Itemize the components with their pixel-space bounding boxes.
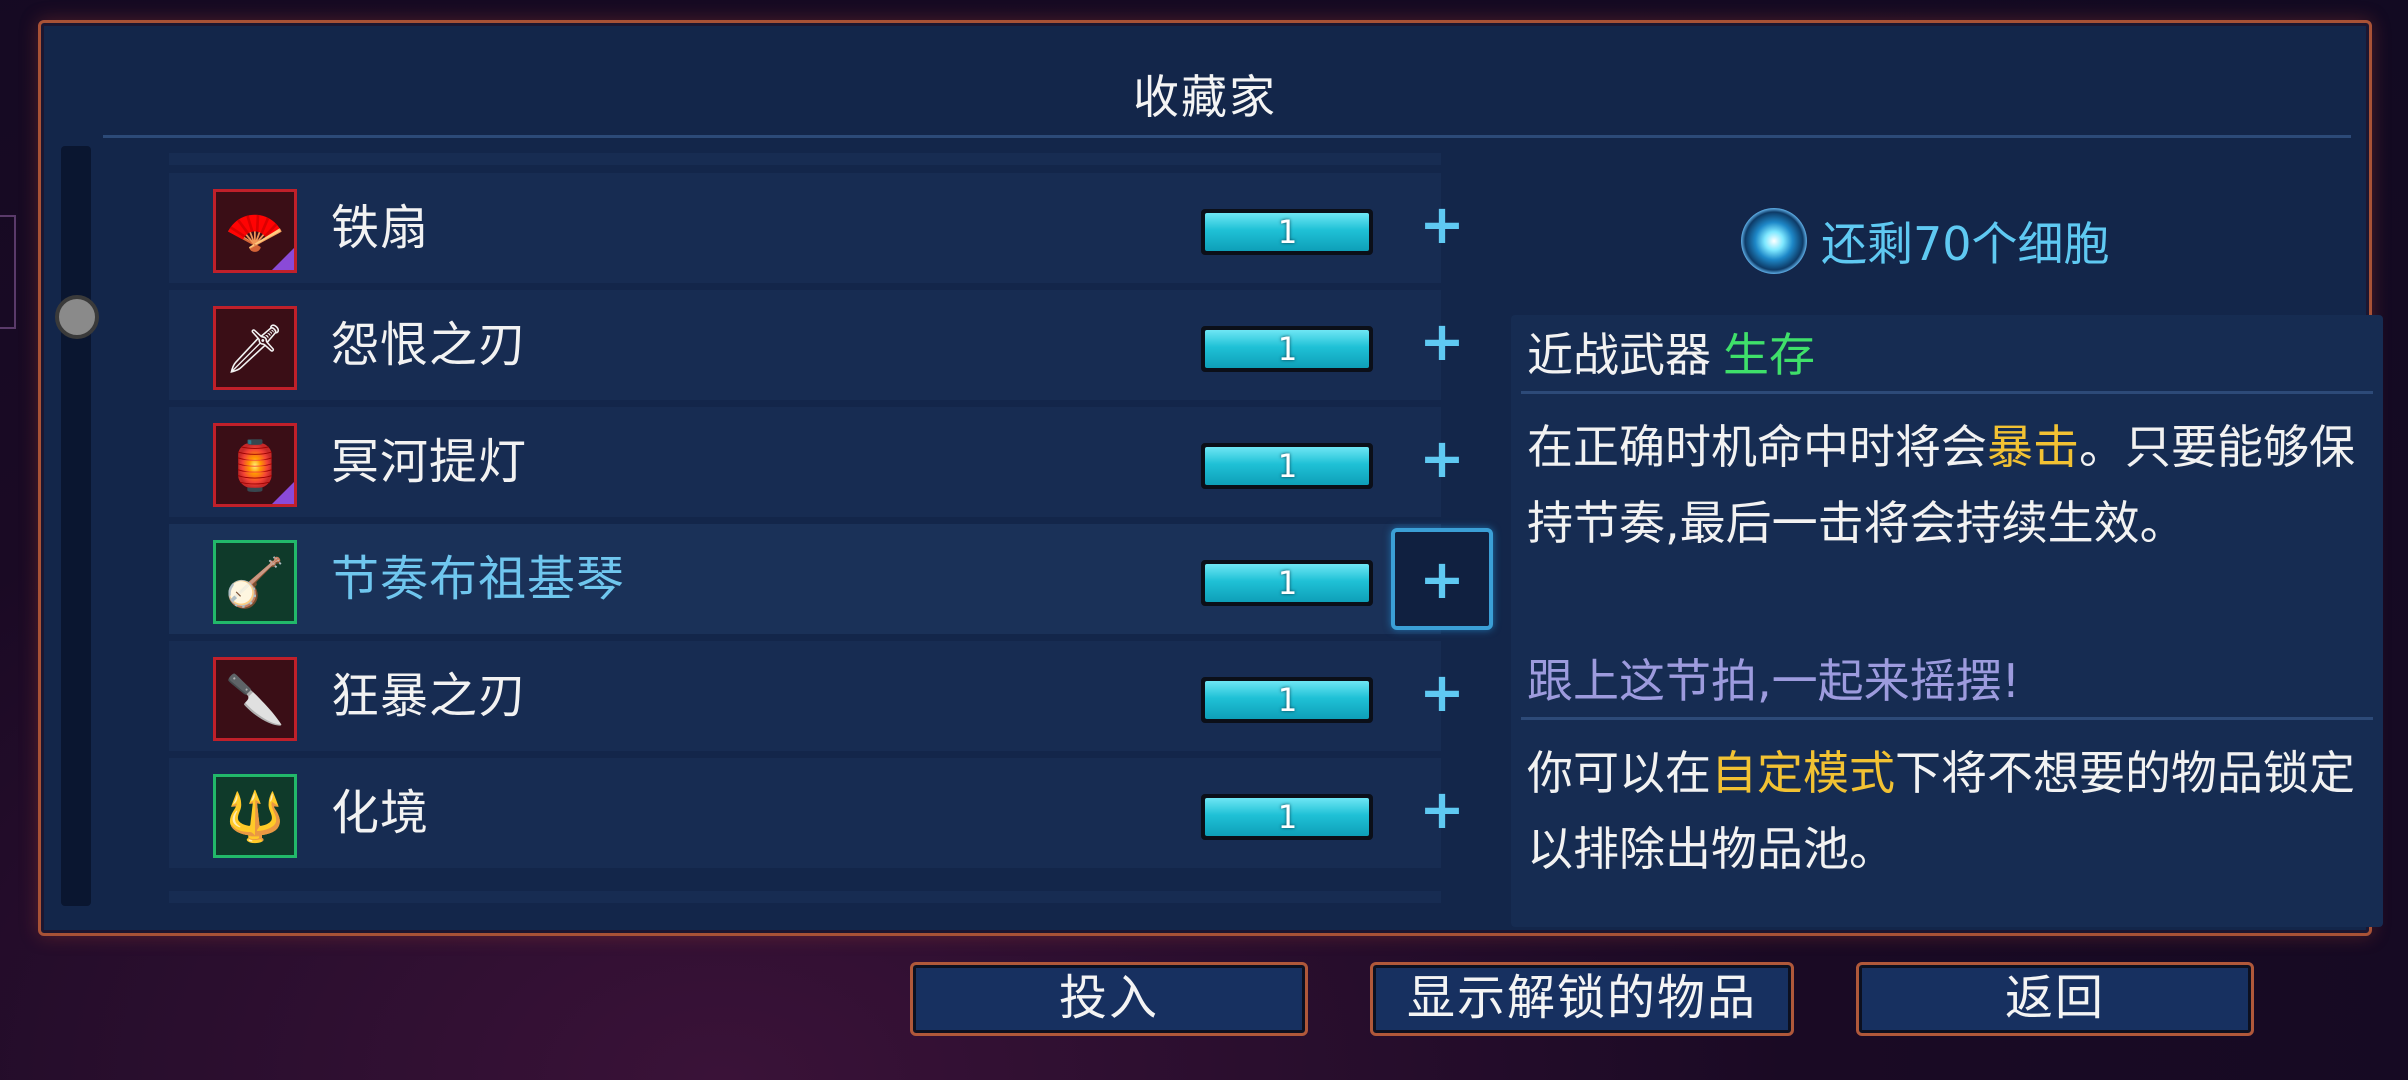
cell-count: 1 <box>1277 798 1297 836</box>
investment-progress-bar: 1 <box>1201 443 1373 489</box>
add-cell-button[interactable]: + <box>1391 177 1493 279</box>
item-category: 近战武器 生存 <box>1527 319 1815 385</box>
item-glyph: 🔱 <box>225 788 285 845</box>
add-cell-button[interactable]: + <box>1391 411 1493 513</box>
add-cell-button[interactable]: + <box>1391 294 1493 396</box>
rhythm-bouzouki-icon: 🪕 <box>213 540 297 624</box>
cells-remaining-text: 还剩70个细胞 <box>1821 217 2110 271</box>
investment-progress-bar: 1 <box>1201 677 1373 723</box>
cell-count: 1 <box>1277 330 1297 368</box>
add-cell-button[interactable]: + <box>1391 528 1493 630</box>
offscreen-panel-edge <box>0 215 16 329</box>
list-item[interactable]: 🔪 狂暴之刃 1 + <box>169 641 1465 751</box>
transcendence-spear-icon: 🔱 <box>213 774 297 858</box>
spite-blade-icon: 🗡 <box>213 306 297 390</box>
tier-corner-marker <box>270 246 294 270</box>
investment-progress-bar: 1 <box>1201 794 1373 840</box>
list-item[interactable]: 🗡 怨恨之刃 1 + <box>169 290 1465 400</box>
cell-icon <box>1741 208 1807 274</box>
item-glyph: 🔪 <box>225 671 285 728</box>
item-glyph: 🪕 <box>225 554 285 611</box>
cell-count: 1 <box>1277 213 1297 251</box>
show-unlocked-button[interactable]: 显示解锁的物品 <box>1370 962 1794 1036</box>
description-divider <box>1521 391 2373 394</box>
note-text: 你可以在 <box>1527 746 1711 800</box>
item-name: 狂暴之刃 <box>331 668 528 724</box>
item-name: 节奏布祖基琴 <box>331 551 626 607</box>
iron-fan-icon: 🪭 <box>213 189 297 273</box>
item-name: 化境 <box>331 785 430 841</box>
item-name: 铁扇 <box>331 200 430 256</box>
custom-mode-note: 你可以在自定模式下将不想要的物品锁定以排除出物品池。 <box>1527 735 2367 887</box>
note-divider <box>1521 717 2373 720</box>
flavor-text: 跟上这节拍,一起来摇摆! <box>1527 654 2021 708</box>
category-label: 近战武器 <box>1527 328 1711 382</box>
critical-keyword: 暴击 <box>1987 420 2079 474</box>
description-text: 在正确时机命中时将会 <box>1527 420 1987 474</box>
custom-mode-keyword: 自定模式 <box>1711 746 1895 800</box>
cell-count: 1 <box>1277 681 1297 719</box>
add-cell-button[interactable]: + <box>1391 762 1493 864</box>
invest-button[interactable]: 投入 <box>910 962 1308 1036</box>
cells-remaining: 还剩70个细胞 <box>1741 193 2110 289</box>
item-name: 冥河提灯 <box>331 434 528 490</box>
collector-dialog: 收藏家 🪭 铁扇 1 + 🗡 怨恨之刃 1 + 🏮 冥河提灯 1 + 🪕 节奏布祖基琴 1 + 🔪 狂暴之刃 1 + 🔱… <box>38 20 2383 936</box>
title-divider <box>103 135 2351 138</box>
dialog-title: 收藏家 <box>1133 70 1277 124</box>
item-description: 在正确时机命中时将会暴击。只要能够保持节奏,最后一击将会持续生效。 <box>1527 409 2367 561</box>
investment-progress-bar: 1 <box>1201 209 1373 255</box>
cell-count: 1 <box>1277 564 1297 602</box>
list-scrollbar[interactable] <box>61 146 91 906</box>
cell-count: 1 <box>1277 447 1297 485</box>
add-cell-button[interactable]: + <box>1391 645 1493 747</box>
list-item-partial-top <box>169 153 1441 165</box>
item-description-panel: 近战武器 生存 在正确时机命中时将会暴击。只要能够保持节奏,最后一击将会持续生效。… <box>1511 315 2383 927</box>
styx-lantern-icon: 🏮 <box>213 423 297 507</box>
back-button[interactable]: 返回 <box>1856 962 2254 1036</box>
item-name: 怨恨之刃 <box>331 317 528 373</box>
list-item[interactable]: 🔱 化境 1 + <box>169 758 1465 868</box>
list-item[interactable]: 🪭 铁扇 1 + <box>169 173 1465 283</box>
list-item[interactable]: 🏮 冥河提灯 1 + <box>169 407 1465 517</box>
item-glyph: 🗡 <box>224 320 286 377</box>
list-item[interactable]: 🪕 节奏布祖基琴 1 + <box>169 524 1493 634</box>
scrollbar-thumb[interactable] <box>55 295 99 339</box>
investment-progress-bar: 1 <box>1201 326 1373 372</box>
tier-corner-marker <box>270 480 294 504</box>
blueprint-list: 🪭 铁扇 1 + 🗡 怨恨之刃 1 + 🏮 冥河提灯 1 + 🪕 节奏布祖基琴 1 + 🔪 狂暴之刃 1 + 🔱 化境 1 + <box>169 173 1493 875</box>
list-item-partial-bottom <box>169 891 1441 903</box>
frantic-blade-icon: 🔪 <box>213 657 297 741</box>
investment-progress-bar: 1 <box>1201 560 1373 606</box>
scaling-tag: 生存 <box>1723 328 1815 382</box>
